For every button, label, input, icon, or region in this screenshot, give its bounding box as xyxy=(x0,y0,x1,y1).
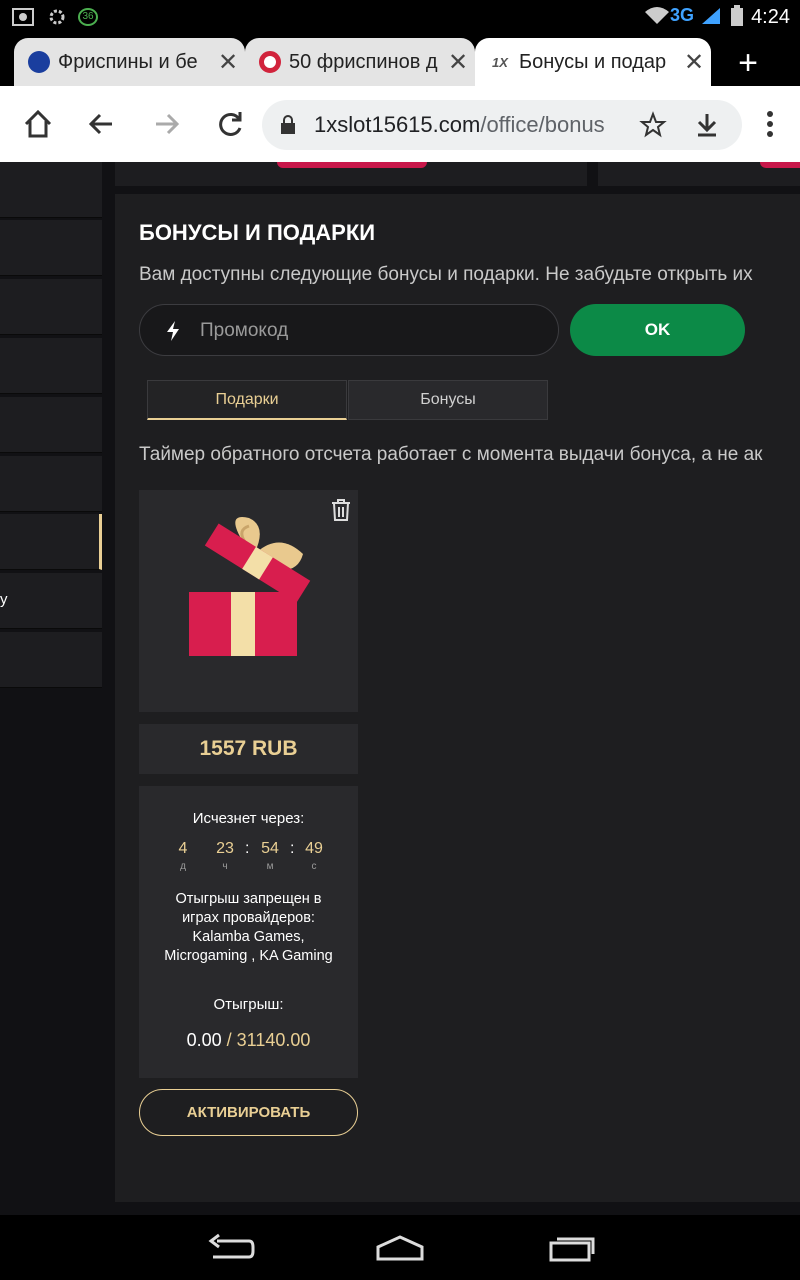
bookmark-star-icon[interactable] xyxy=(639,111,667,139)
bonuses-panel: БОНУСЫ И ПОДАРКИ Вам доступны следующие … xyxy=(115,194,800,1202)
home-icon[interactable] xyxy=(18,104,58,144)
countdown-timer: 4 д 23 ч : 54 м : 49 с xyxy=(139,840,358,876)
gift-card xyxy=(139,490,358,712)
download-icon[interactable] xyxy=(694,111,720,139)
tab-title: Бонусы и подар xyxy=(519,50,667,73)
promo-code-input[interactable] xyxy=(200,317,530,345)
tab-favicon-icon xyxy=(259,51,281,73)
top-card xyxy=(598,162,800,186)
top-card xyxy=(115,162,587,186)
nav-back-icon[interactable] xyxy=(205,1233,255,1263)
back-icon[interactable] xyxy=(82,104,122,144)
wifi-icon xyxy=(645,7,669,24)
promo-code-field[interactable] xyxy=(139,304,559,356)
countdown-days-unit: д xyxy=(180,861,186,872)
expires-label: Исчезнет через: xyxy=(192,810,305,827)
wager-label: Отыгрыш: xyxy=(213,996,284,1013)
forward-icon[interactable] xyxy=(146,104,186,144)
nav-recents-icon[interactable] xyxy=(548,1233,596,1263)
timer-note: Таймер обратного отсчета работает с моме… xyxy=(139,444,763,465)
countdown-days: 4 xyxy=(178,840,188,857)
close-tab-icon[interactable]: ✕ xyxy=(441,48,475,77)
browser-tab-3[interactable]: 1X Бонусы и подар ✕ xyxy=(475,38,711,86)
countdown-separator: : xyxy=(245,840,250,857)
lock-icon xyxy=(281,115,295,134)
top-card-button-edge[interactable] xyxy=(277,162,427,168)
new-tab-icon[interactable]: + xyxy=(738,44,758,83)
page-subtitle: Вам доступны следующие бонусы и подарки.… xyxy=(139,264,753,285)
close-tab-icon[interactable]: ✕ xyxy=(211,48,245,77)
browser-tab-2[interactable]: 50 фриспинов д ✕ xyxy=(245,38,475,86)
android-nav-bar xyxy=(0,1215,800,1280)
sidebar-item-bonuses[interactable] xyxy=(0,514,102,570)
sidebar-item-label: у xyxy=(0,591,8,608)
web-page: у БОНУСЫ И ПОДАРКИ Вам доступны следующи… xyxy=(0,162,800,1215)
lightning-icon xyxy=(167,321,179,341)
gift-box-icon xyxy=(189,517,311,656)
countdown-hours-unit: ч xyxy=(222,861,228,872)
countdown-separator: : xyxy=(290,840,295,857)
sidebar-item[interactable] xyxy=(0,162,102,218)
wager-progress: 0.00 / 31140.00 xyxy=(139,1030,358,1051)
tab-title: Фриспины и бе xyxy=(58,50,198,73)
address-bar[interactable]: 1xslot15615.com/office/bonus xyxy=(262,100,742,150)
signal-icon xyxy=(702,8,720,24)
screenshot-icon xyxy=(12,8,34,26)
sidebar-item[interactable]: у xyxy=(0,573,102,629)
battery-icon xyxy=(731,5,743,26)
browser-tab-strip: Фриспины и бе ✕ 50 фриспинов д ✕ 1X Бону… xyxy=(0,34,800,86)
activate-button[interactable]: АКТИВИРОВАТЬ xyxy=(139,1089,358,1136)
status-bar: 36 3G 4:24 xyxy=(0,0,800,34)
top-card-button-edge[interactable] xyxy=(760,162,800,168)
wager-slash: / xyxy=(226,1030,232,1050)
settings-icon xyxy=(49,9,65,25)
sidebar-item[interactable] xyxy=(0,632,102,688)
network-type: 3G xyxy=(669,5,694,25)
countdown-minutes: 54 xyxy=(261,840,279,857)
page-title: БОНУСЫ И ПОДАРКИ xyxy=(139,220,376,245)
tab-gifts[interactable]: Подарки xyxy=(147,380,347,420)
sidebar-item[interactable] xyxy=(0,338,102,394)
gift-amount: 1557 RUB xyxy=(139,724,358,774)
trash-icon[interactable] xyxy=(330,498,352,522)
countdown-seconds: 49 xyxy=(305,840,323,857)
browser-tab-1[interactable]: Фриспины и бе ✕ xyxy=(14,38,245,86)
sidebar-item[interactable] xyxy=(0,220,102,276)
clock: 4:24 xyxy=(751,6,790,28)
tab-title: 50 фриспинов д xyxy=(289,50,438,73)
browser-toolbar: 1xslot15615.com/office/bonus xyxy=(0,86,800,162)
menu-icon[interactable] xyxy=(750,104,790,144)
sidebar-item[interactable] xyxy=(0,397,102,453)
reload-icon[interactable] xyxy=(210,104,250,144)
close-tab-icon[interactable]: ✕ xyxy=(677,48,711,77)
url-text: 1xslot15615.com/office/bonus xyxy=(314,112,605,137)
sidebar-item[interactable] xyxy=(0,279,102,335)
ok-button[interactable]: OK xyxy=(570,304,745,356)
tab-favicon-icon xyxy=(28,51,50,73)
notification-badge: 36 xyxy=(78,8,98,26)
sidebar-item[interactable] xyxy=(0,456,102,512)
countdown-minutes-unit: м xyxy=(266,861,274,872)
countdown-hours: 23 xyxy=(216,840,234,857)
countdown-seconds-unit: с xyxy=(311,861,317,872)
tab-bonuses[interactable]: Бонусы xyxy=(348,380,548,420)
wager-current: 0.00 xyxy=(186,1030,222,1050)
nav-home-icon[interactable] xyxy=(374,1233,426,1263)
wager-target: 31140.00 xyxy=(236,1030,311,1050)
gift-info: Исчезнет через: 4 д 23 ч : 54 м : 49 с О… xyxy=(139,786,358,1078)
provider-restriction: Отыгрыш запрещен в играх провайдеров: Ka… xyxy=(164,891,333,964)
tab-favicon-icon: 1X xyxy=(492,54,508,70)
